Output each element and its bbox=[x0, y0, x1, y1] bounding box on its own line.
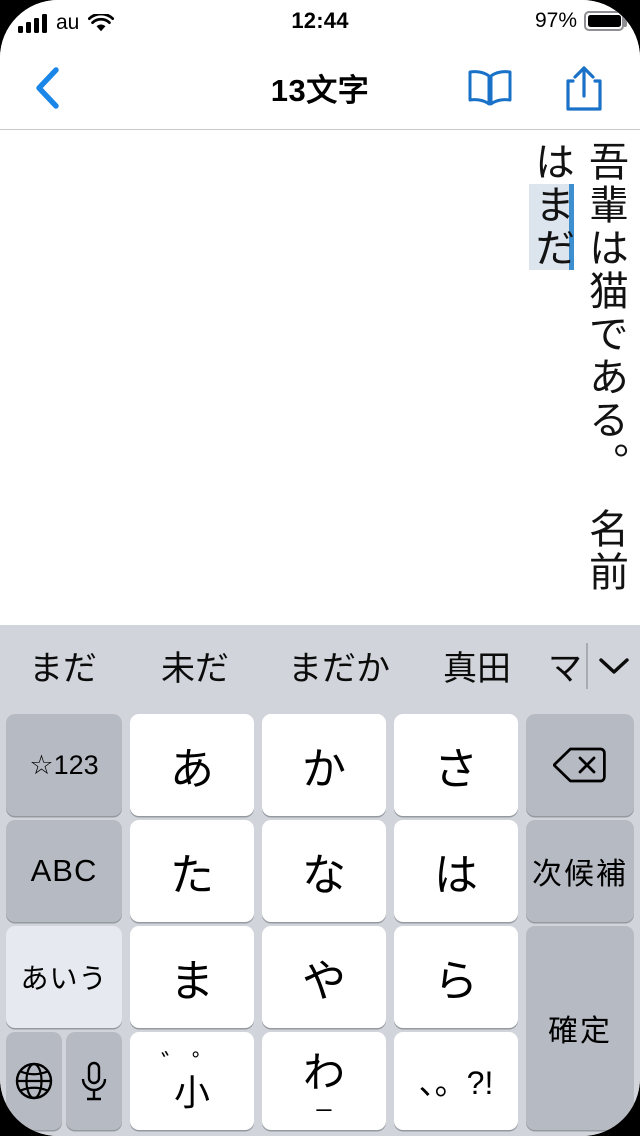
book-button[interactable] bbox=[452, 46, 528, 129]
candidate-item-1[interactable]: 未だ bbox=[126, 625, 264, 706]
share-button[interactable] bbox=[546, 46, 622, 129]
key-kana-a[interactable]: あ bbox=[130, 714, 254, 816]
navigation-bar: 13文字 bbox=[0, 46, 640, 130]
composing-text: まだ bbox=[529, 184, 574, 270]
delete-backward-icon bbox=[553, 747, 606, 783]
underscore-label: _ bbox=[316, 1082, 332, 1112]
key-dictation[interactable] bbox=[66, 1032, 122, 1130]
expand-candidates-button[interactable] bbox=[588, 625, 640, 706]
microphone-icon bbox=[81, 1061, 107, 1101]
status-bar: au 12:44 97% bbox=[0, 0, 640, 46]
phone-screen: au 12:44 97% 13文字 吾輩は猫である。 名前はまだ まだ 未だ ま… bbox=[0, 0, 640, 1136]
japanese-keyboard: まだ 未だ まだか 真田 マ ☆123 ABC あいう あ た ま ゛゜ 小 か… bbox=[0, 625, 640, 1136]
key-kana-ya[interactable]: や bbox=[262, 926, 386, 1028]
key-kana-mode[interactable]: あいう bbox=[6, 926, 122, 1028]
key-kana-sa[interactable]: さ bbox=[394, 714, 518, 816]
key-symbols-numbers[interactable]: ☆123 bbox=[6, 714, 122, 816]
status-bar-right: 97% bbox=[534, 8, 627, 34]
key-delete[interactable] bbox=[526, 714, 634, 816]
vertical-text-content[interactable]: 吾輩は猫である。 名前はまだ bbox=[524, 141, 632, 611]
candidate-item-3[interactable]: 真田 bbox=[414, 625, 540, 706]
key-globe[interactable] bbox=[6, 1032, 62, 1130]
candidate-item-0[interactable]: まだ bbox=[0, 625, 126, 706]
share-icon bbox=[566, 65, 602, 111]
globe-icon bbox=[15, 1062, 53, 1100]
small-kana-label: 小 bbox=[173, 1072, 210, 1113]
candidate-bar: まだ 未だ まだか 真田 マ bbox=[0, 625, 640, 706]
chevron-down-icon bbox=[599, 657, 629, 674]
key-small-dakuten[interactable]: ゛゜ 小 bbox=[130, 1032, 254, 1130]
key-kana-ta[interactable]: た bbox=[130, 820, 254, 922]
key-punctuation[interactable]: 、。?! bbox=[394, 1032, 518, 1130]
key-grid: ☆123 ABC あいう あ た ま ゛゜ 小 か な や わ _ さ は ら … bbox=[0, 706, 640, 1136]
key-kana-ma[interactable]: ま bbox=[130, 926, 254, 1028]
page-title: 13文字 bbox=[270, 73, 370, 108]
key-confirm[interactable]: 確定 bbox=[526, 926, 634, 1130]
dakuten-handakuten-marks: ゛゜ bbox=[160, 1049, 223, 1079]
key-kana-ha[interactable]: は bbox=[394, 820, 518, 922]
candidate-item-2[interactable]: まだか bbox=[264, 625, 414, 706]
battery-percent-label: 97% bbox=[534, 9, 577, 32]
key-kana-na[interactable]: な bbox=[262, 820, 386, 922]
document-text-area[interactable]: 吾輩は猫である。 名前はまだ bbox=[0, 131, 640, 625]
key-latin-mode[interactable]: ABC bbox=[6, 820, 122, 922]
key-next-candidate[interactable]: 次候補 bbox=[526, 820, 634, 922]
key-kana-ra[interactable]: ら bbox=[394, 926, 518, 1028]
key-kana-wa[interactable]: わ _ bbox=[262, 1032, 386, 1130]
book-icon bbox=[468, 69, 512, 105]
battery-icon bbox=[584, 11, 627, 31]
key-kana-ka[interactable]: か bbox=[262, 714, 386, 816]
